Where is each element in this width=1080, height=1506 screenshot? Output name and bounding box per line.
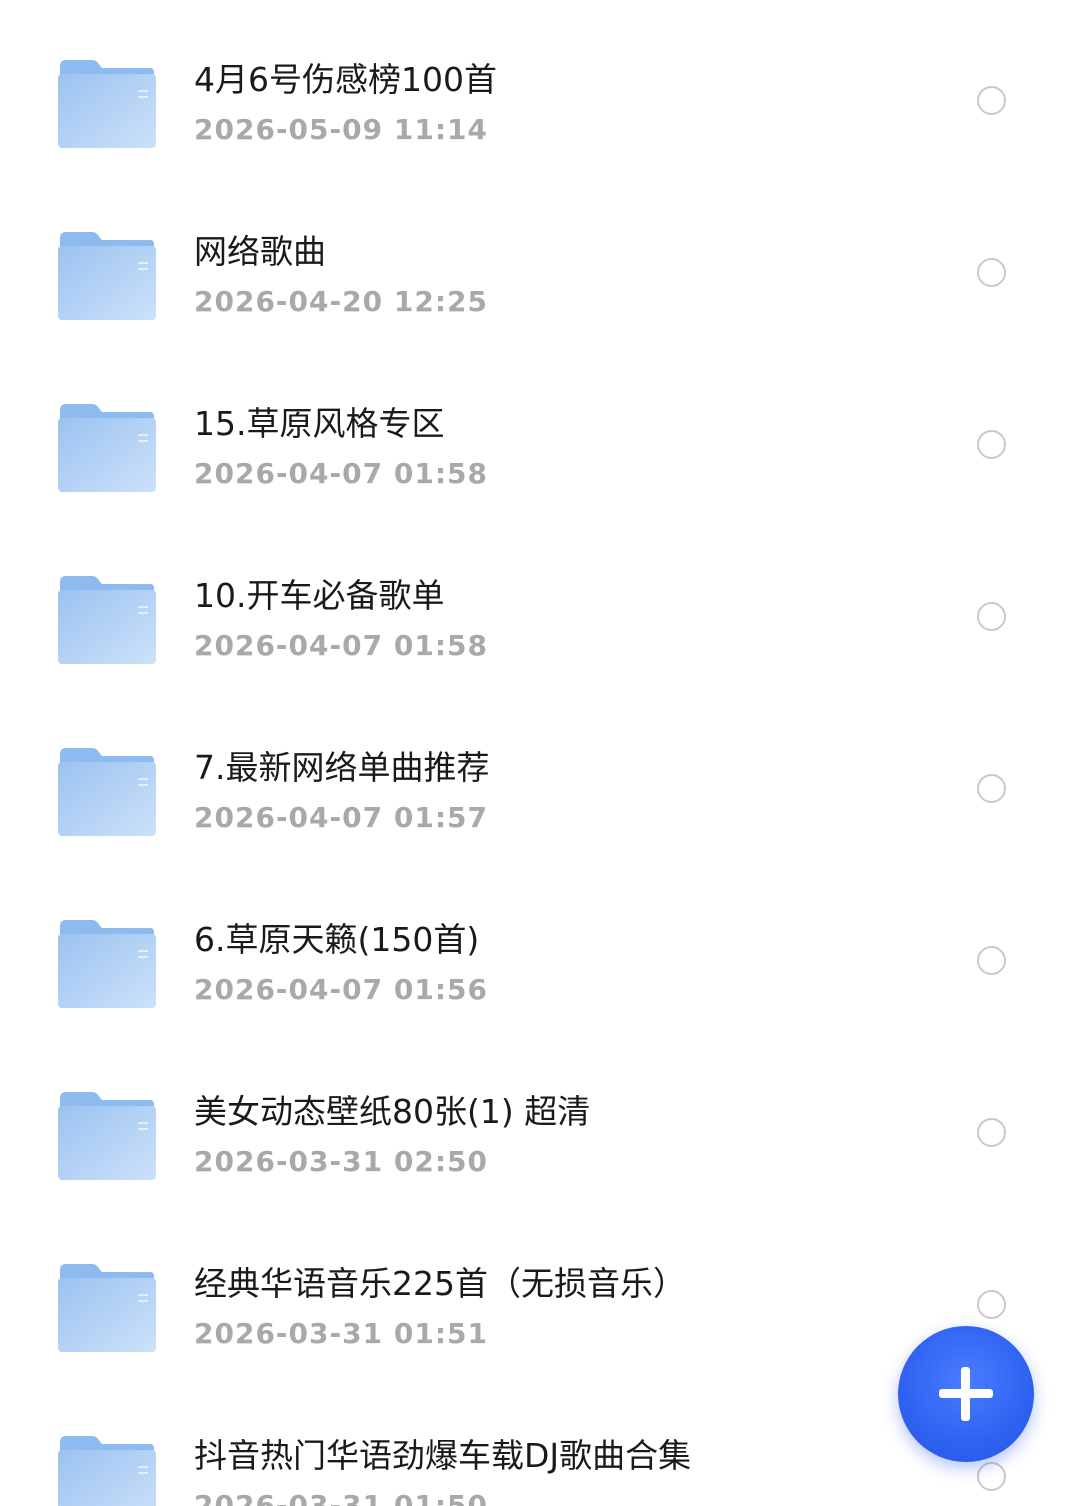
folder-name: 美女动态壁纸80张(1) 超清	[194, 1092, 591, 1131]
folder-icon	[58, 1264, 156, 1352]
folder-name: 10.开车必备歌单	[194, 576, 445, 615]
select-radio[interactable]	[977, 1290, 1006, 1319]
folder-date: 2026-04-07 01:57	[194, 801, 488, 834]
folder-row[interactable]: 网络歌曲 2026-04-20 12:25	[0, 172, 1080, 344]
folder-name: 抖音热门华语劲爆车载DJ歌曲合集	[194, 1436, 692, 1475]
add-button[interactable]	[898, 1326, 1034, 1462]
plus-icon	[961, 1367, 970, 1421]
folder-name: 经典华语音乐225首（无损音乐）	[194, 1264, 686, 1303]
file-list: 4月6号伤感榜100首 2026-05-09 11:14 网络歌曲 2026-0…	[0, 0, 1080, 1506]
select-radio[interactable]	[977, 946, 1006, 975]
select-radio[interactable]	[977, 774, 1006, 803]
folder-date: 2026-03-31 02:50	[194, 1145, 488, 1178]
folder-date: 2026-04-07 01:58	[194, 457, 488, 490]
folder-name: 4月6号伤感榜100首	[194, 60, 497, 99]
folder-row[interactable]: 10.开车必备歌单 2026-04-07 01:58	[0, 516, 1080, 688]
folder-date: 2026-03-31 01:50	[194, 1489, 488, 1506]
select-radio[interactable]	[977, 86, 1006, 115]
folder-date: 2026-05-09 11:14	[194, 113, 488, 146]
folder-date: 2026-04-07 01:56	[194, 973, 488, 1006]
folder-row[interactable]: 美女动态壁纸80张(1) 超清 2026-03-31 02:50	[0, 1032, 1080, 1204]
folder-name: 7.最新网络单曲推荐	[194, 748, 490, 787]
folder-icon	[58, 1092, 156, 1180]
folder-date: 2026-04-07 01:58	[194, 629, 488, 662]
folder-name: 6.草原天籁(150首)	[194, 920, 480, 959]
folder-row[interactable]: 6.草原天籁(150首) 2026-04-07 01:56	[0, 860, 1080, 1032]
select-radio[interactable]	[977, 1462, 1006, 1491]
folder-icon	[58, 920, 156, 1008]
folder-row[interactable]: 15.草原风格专区 2026-04-07 01:58	[0, 344, 1080, 516]
folder-date: 2026-03-31 01:51	[194, 1317, 488, 1350]
select-radio[interactable]	[977, 258, 1006, 287]
folder-row[interactable]: 4月6号伤感榜100首 2026-05-09 11:14	[0, 0, 1080, 172]
folder-date: 2026-04-20 12:25	[194, 285, 488, 318]
folder-row[interactable]: 7.最新网络单曲推荐 2026-04-07 01:57	[0, 688, 1080, 860]
folder-icon	[58, 60, 156, 148]
folder-name: 网络歌曲	[194, 232, 326, 271]
select-radio[interactable]	[977, 602, 1006, 631]
folder-icon	[58, 232, 156, 320]
select-radio[interactable]	[977, 1118, 1006, 1147]
folder-icon	[58, 748, 156, 836]
folder-icon	[58, 576, 156, 664]
folder-name: 15.草原风格专区	[194, 404, 445, 443]
folder-icon	[58, 404, 156, 492]
folder-icon	[58, 1436, 156, 1506]
select-radio[interactable]	[977, 430, 1006, 459]
